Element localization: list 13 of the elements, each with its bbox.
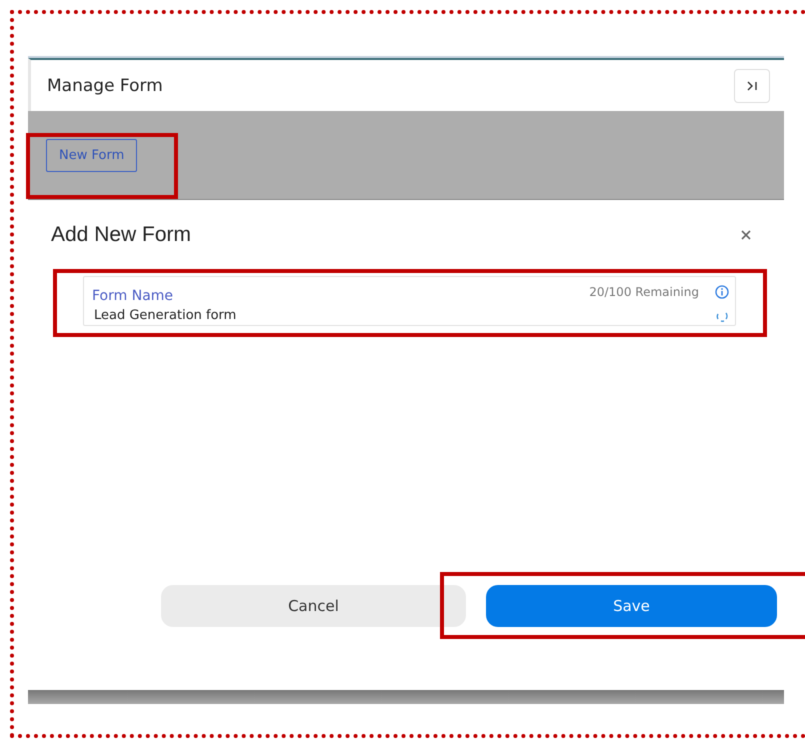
form-name-field[interactable]: Form Name 20/100 Remaining Lead Generation form [83,276,736,326]
panel-title: Manage Form [47,76,163,96]
close-icon [740,229,752,241]
cancel-button[interactable]: Cancel [161,585,466,627]
form-name-input[interactable]: Lead Generation form [92,306,699,325]
save-button[interactable]: Save [486,585,777,627]
character-counter: 20/100 Remaining [589,285,699,301]
close-button[interactable] [740,229,752,241]
dialog-title: Add New Form [51,223,192,247]
info-icon[interactable] [715,285,729,299]
collapse-icon [746,80,758,90]
collapse-button[interactable] [734,68,770,102]
field-label: Form Name [92,288,174,306]
